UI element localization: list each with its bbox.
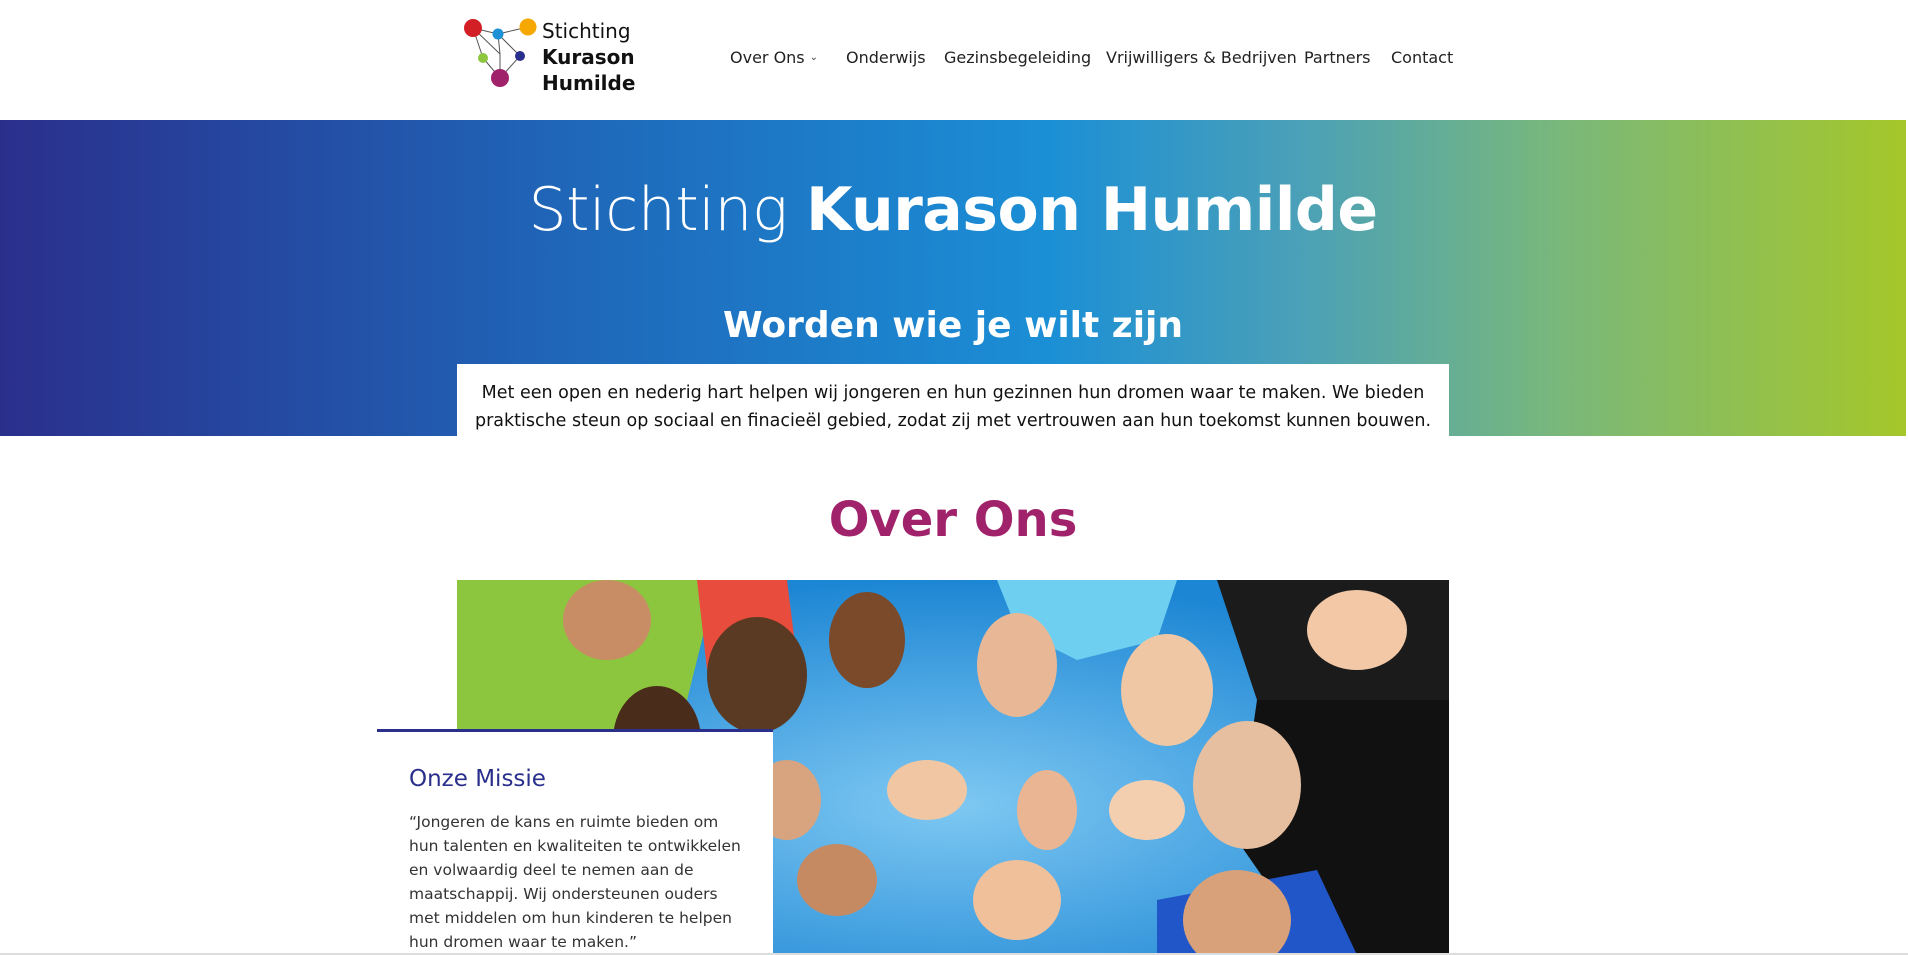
nav-gezinsbegeleiding-label: Gezinsbegeleiding bbox=[944, 48, 1092, 67]
mission-card: Onze Missie “Jongeren de kans en ruimte … bbox=[377, 729, 773, 955]
intro-line-1: Met een open en nederig hart helpen wij … bbox=[481, 383, 1425, 403]
intro-line-2: praktische steun op sociaal en finacieël… bbox=[474, 411, 1432, 431]
nav-partners-label: Partners bbox=[1304, 48, 1371, 67]
logo-line-2: Kurason bbox=[542, 45, 635, 69]
logo-line-1: Stichting bbox=[542, 19, 631, 43]
nav-partners[interactable]: Partners bbox=[1304, 48, 1370, 67]
intro-text-box: Met een open en nederig hart helpen wij … bbox=[457, 364, 1449, 438]
chevron-down-icon: ⌄ bbox=[809, 52, 819, 63]
site-logo[interactable]: Stichting Kurason Humilde bbox=[460, 14, 635, 96]
section-title-over-ons: Over Ons bbox=[828, 492, 1078, 548]
mission-text: “Jongeren de kans en ruimte bieden om hu… bbox=[409, 813, 741, 951]
nav-vrijwilligers-bedrijven[interactable]: Vrijwilligers & Bedrijven bbox=[1106, 48, 1297, 67]
nav-over-ons-label: Over Ons bbox=[730, 48, 805, 67]
logo-line-3: Humilde bbox=[542, 71, 636, 95]
nav-gezinsbegeleiding[interactable]: Gezinsbegeleiding bbox=[944, 48, 1091, 67]
nav-contact[interactable]: Contact bbox=[1391, 48, 1453, 67]
logo-wordmark: Stichting Kurason Humilde bbox=[542, 18, 635, 96]
nav-contact-label: Contact bbox=[1391, 48, 1454, 67]
hero-title: Stichting Kurason Humilde bbox=[0, 175, 1906, 245]
hero-title-light: Stichting bbox=[528, 175, 788, 245]
nav-onderwijs[interactable]: Onderwijs bbox=[846, 48, 926, 67]
hero-subtitle: Worden wie je wilt zijn bbox=[722, 305, 1184, 346]
nav-over-ons[interactable]: Over Ons ⌄ bbox=[730, 48, 818, 67]
nav-onderwijs-label: Onderwijs bbox=[846, 48, 926, 67]
hero-title-bold: Kurason Humilde bbox=[806, 175, 1378, 245]
site-header: Stichting Kurason Humilde Over Ons ⌄ Ond… bbox=[0, 0, 1908, 120]
mission-heading: Onze Missie bbox=[409, 766, 546, 792]
logo-network-icon bbox=[464, 18, 537, 87]
nav-vrijwilligers-label: Vrijwilligers & Bedrijven bbox=[1106, 48, 1297, 67]
